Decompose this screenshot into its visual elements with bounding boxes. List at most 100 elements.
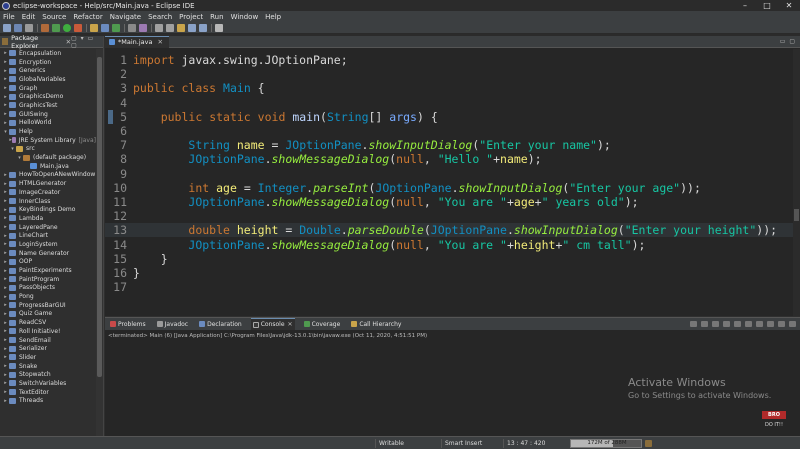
tab-call-hierarchy[interactable]: Call Hierarchy — [349, 318, 403, 330]
collapsed-arrow-icon[interactable]: ▸ — [2, 181, 9, 187]
tree-item[interactable]: ▸ Graph — [0, 84, 96, 93]
clear-console-icon[interactable] — [712, 321, 719, 327]
tree-item[interactable]: ▸ Lambda — [0, 214, 96, 223]
tab-main-java[interactable]: *Main.java ✕ — [105, 35, 169, 48]
code-line[interactable]: 2 — [105, 67, 793, 81]
menu-project[interactable]: Project — [179, 13, 203, 21]
collapsed-arrow-icon[interactable]: ▸ — [2, 346, 9, 352]
expanded-arrow-icon[interactable]: ▾ — [9, 146, 16, 152]
tree-item[interactable]: ▸ HelloWorld — [0, 119, 96, 128]
package-explorer-tab[interactable]: Package Explorer ✕ ▢ ▾ ▭ ▢ — [0, 34, 103, 50]
maximize-panel-icon[interactable] — [789, 321, 796, 327]
collapsed-arrow-icon[interactable]: ▸ — [2, 328, 9, 334]
collapsed-arrow-icon[interactable]: ▸ — [2, 50, 9, 56]
tree-item[interactable]: ▸ Pong — [0, 292, 96, 301]
expanded-arrow-icon[interactable]: ▾ — [2, 129, 9, 135]
back-icon[interactable] — [188, 23, 196, 32]
tree-item[interactable]: ▸ Name Generator — [0, 249, 96, 258]
package-explorer-scrollbar[interactable] — [96, 49, 103, 436]
collapsed-arrow-icon[interactable]: ▸ — [2, 189, 9, 195]
debug-icon[interactable] — [52, 23, 60, 32]
tree-item[interactable]: ▸ InnerClass — [0, 197, 96, 206]
close-icon[interactable]: ✕ — [288, 321, 293, 328]
code-line[interactable]: 16} — [105, 266, 793, 280]
tree-item[interactable]: ▸ ReadCSV — [0, 318, 96, 327]
collapsed-arrow-icon[interactable]: ▸ — [2, 85, 9, 91]
new-java-project-icon[interactable] — [90, 23, 98, 32]
tree-item[interactable]: ▸ GUISwing — [0, 110, 96, 119]
tab-problems[interactable]: Problems — [108, 318, 148, 330]
code-line[interactable]: 14 JOptionPane.showMessageDialog(null, "… — [105, 238, 793, 252]
collapsed-arrow-icon[interactable]: ▸ — [2, 389, 9, 395]
tree-item[interactable]: ▸ LayeredPane — [0, 223, 96, 232]
editor-view-controls[interactable]: ▭ ▢ — [780, 38, 796, 45]
collapsed-arrow-icon[interactable]: ▸ — [2, 285, 9, 291]
scrollbar-thumb[interactable] — [97, 57, 102, 377]
new-class-icon[interactable] — [112, 23, 120, 32]
collapsed-arrow-icon[interactable]: ▸ — [2, 207, 9, 213]
close-icon[interactable]: ✕ — [157, 38, 162, 46]
collapsed-arrow-icon[interactable]: ▸ — [2, 76, 9, 82]
close-button[interactable]: ✕ — [778, 0, 800, 11]
forward-icon[interactable] — [199, 23, 207, 32]
tree-item[interactable]: ▸ OOP — [0, 258, 96, 267]
collapsed-arrow-icon[interactable]: ▸ — [2, 337, 9, 343]
view-menu-icon[interactable]: ▢ ▾ ▭ ▢ — [71, 35, 100, 49]
code-line[interactable]: 13 double height = Double.parseDouble(JO… — [105, 223, 793, 238]
tree-item[interactable]: ▾ src — [0, 145, 96, 154]
tree-item[interactable]: ▾ (default package) — [0, 153, 96, 162]
code-line[interactable]: 12 — [105, 209, 793, 223]
collapsed-arrow-icon[interactable]: ▸ — [2, 198, 9, 204]
tree-item[interactable]: ▸ TextEditor — [0, 388, 96, 397]
collapsed-arrow-icon[interactable]: ▸ — [2, 59, 9, 65]
menu-file[interactable]: File — [3, 13, 15, 21]
run-icon[interactable] — [63, 23, 71, 32]
code-line[interactable]: 17 — [105, 280, 793, 294]
tree-item[interactable]: ▸ GraphicsTest — [0, 101, 96, 110]
collapsed-arrow-icon[interactable]: ▸ — [2, 215, 9, 221]
new-icon[interactable] — [3, 23, 11, 32]
collapsed-arrow-icon[interactable]: ▸ — [2, 172, 9, 178]
tree-item[interactable]: ▸ Generics — [0, 66, 96, 75]
tree-item[interactable]: ▸ Serializer — [0, 344, 96, 353]
save-all-icon[interactable] — [25, 23, 33, 32]
collapsed-arrow-icon[interactable]: ▸ — [2, 398, 9, 404]
collapsed-arrow-icon[interactable]: ▸ — [2, 311, 9, 317]
code-line[interactable]: 6 — [105, 124, 793, 138]
collapsed-arrow-icon[interactable]: ▸ — [2, 320, 9, 326]
menu-navigate[interactable]: Navigate — [110, 13, 141, 21]
tree-item[interactable]: ▸ HTMLGenerator — [0, 179, 96, 188]
collapsed-arrow-icon[interactable]: ▸ — [2, 94, 9, 100]
collapsed-arrow-icon[interactable]: ▸ — [2, 250, 9, 256]
annotation-prev-icon[interactable] — [166, 23, 174, 32]
collapsed-arrow-icon[interactable]: ▸ — [2, 363, 9, 369]
tree-item[interactable]: ▸ PassObjects — [0, 284, 96, 293]
tree-item[interactable]: ▸ Threads — [0, 397, 96, 406]
scroll-lock-icon[interactable] — [723, 321, 730, 327]
menu-run[interactable]: Run — [210, 13, 223, 21]
word-wrap-icon[interactable] — [734, 321, 741, 327]
code-line[interactable]: 11 JOptionPane.showMessageDialog(null, "… — [105, 195, 793, 209]
code-line[interactable]: 15 } — [105, 252, 793, 266]
tab-declaration[interactable]: Declaration — [197, 318, 244, 330]
tree-item[interactable]: ▸ GlobalVariables — [0, 75, 96, 84]
code-line[interactable]: 1 import javax.swing.JOptionPane; — [105, 53, 793, 67]
tree-item[interactable]: ▸ PaintProgram — [0, 275, 96, 284]
heap-status[interactable]: 172M of 288M — [570, 439, 642, 448]
collapsed-arrow-icon[interactable]: ▸ — [2, 276, 9, 282]
tree-item[interactable]: ▸ Encapsulation — [0, 49, 96, 58]
terminate-icon[interactable] — [690, 321, 697, 327]
collapsed-arrow-icon[interactable]: ▸ — [2, 380, 9, 386]
pin-console-icon[interactable] — [745, 321, 752, 327]
annotation-next-icon[interactable] — [155, 23, 163, 32]
menu-refactor[interactable]: Refactor — [73, 13, 102, 21]
display-console-icon[interactable] — [756, 321, 763, 327]
code-line[interactable]: 5 public static void main(String[] args)… — [105, 110, 793, 124]
tree-item[interactable]: ▸ ProgressBarGUI — [0, 301, 96, 310]
save-icon[interactable] — [14, 23, 22, 32]
editor-scrollbar[interactable] — [793, 49, 800, 316]
menu-search[interactable]: Search — [148, 13, 172, 21]
collapsed-arrow-icon[interactable]: ▸ — [2, 372, 9, 378]
menu-window[interactable]: Window — [231, 13, 259, 21]
open-console-icon[interactable] — [767, 321, 774, 327]
